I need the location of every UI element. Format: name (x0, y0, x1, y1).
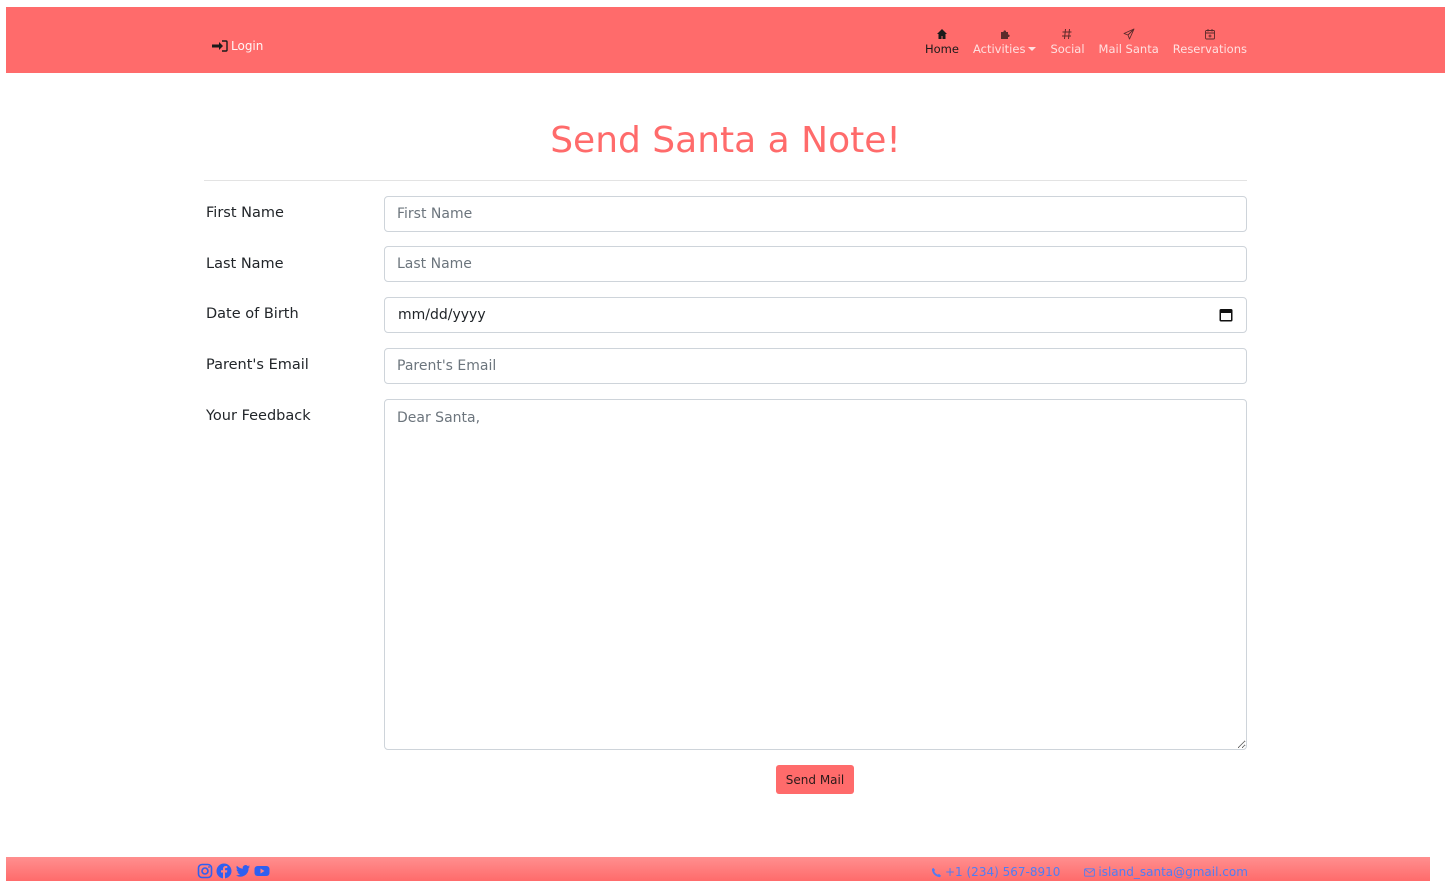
calendar-picker-icon[interactable] (1218, 307, 1234, 323)
chevron-down-icon (1028, 47, 1037, 51)
paper-plane-icon (1123, 25, 1135, 43)
send-mail-button[interactable]: Send Mail (776, 765, 854, 794)
puzzle-icon (999, 25, 1011, 43)
nav-item-label: Home (925, 42, 959, 56)
email-address: island_santa@gmail.com (1098, 865, 1248, 879)
login-link[interactable]: Login (212, 39, 263, 53)
calendar-icon (1204, 25, 1216, 43)
dob-label: Date of Birth (206, 306, 299, 322)
youtube-icon[interactable] (254, 863, 270, 879)
last-name-label: Last Name (206, 256, 284, 272)
footer: +1 (234) 567-8910 island_santa@gmail.com (6, 857, 1430, 881)
phone-icon (931, 867, 942, 877)
navbar: Login Home Activities Social Mail Santa (6, 7, 1445, 73)
nav-menu: Home Activities Social Mail Santa Reserv… (918, 25, 1254, 55)
last-name-input[interactable] (384, 246, 1247, 282)
feedback-label: Your Feedback (206, 408, 311, 424)
nav-item-mail-santa[interactable]: Mail Santa (1092, 25, 1166, 55)
dob-placeholder: mm/dd/yyyy (398, 307, 486, 323)
nav-item-home[interactable]: Home (918, 25, 966, 55)
twitter-icon[interactable] (235, 863, 251, 879)
first-name-label: First Name (206, 205, 284, 221)
social-links (197, 863, 270, 879)
nav-item-activities[interactable]: Activities (966, 25, 1043, 55)
envelope-icon (1084, 867, 1096, 877)
nav-item-label: Mail Santa (1098, 42, 1159, 56)
feedback-textarea[interactable] (384, 399, 1247, 750)
phone-link[interactable]: +1 (234) 567-8910 (931, 865, 1060, 879)
parent-email-label: Parent's Email (206, 357, 309, 373)
sign-in-icon (212, 40, 228, 52)
title-divider (204, 180, 1247, 181)
page-title: Send Santa a Note! (550, 120, 901, 161)
nav-item-label: Social (1050, 42, 1085, 56)
facebook-icon[interactable] (216, 863, 232, 879)
nav-item-reservations[interactable]: Reservations (1166, 25, 1254, 55)
contact-info: +1 (234) 567-8910 island_santa@gmail.com (931, 865, 1248, 879)
dob-input[interactable]: mm/dd/yyyy (384, 297, 1247, 333)
email-link[interactable]: island_santa@gmail.com (1084, 865, 1248, 879)
first-name-input[interactable] (384, 196, 1247, 232)
parent-email-input[interactable] (384, 348, 1247, 384)
instagram-icon[interactable] (197, 863, 213, 879)
nav-item-social[interactable]: Social (1043, 25, 1091, 55)
phone-number: +1 (234) 567-8910 (945, 865, 1061, 879)
nav-item-label: Reservations (1172, 42, 1247, 56)
home-icon (936, 25, 948, 43)
login-label: Login (231, 39, 264, 53)
nav-item-label: Activities (972, 42, 1026, 56)
hash-icon (1061, 25, 1073, 43)
